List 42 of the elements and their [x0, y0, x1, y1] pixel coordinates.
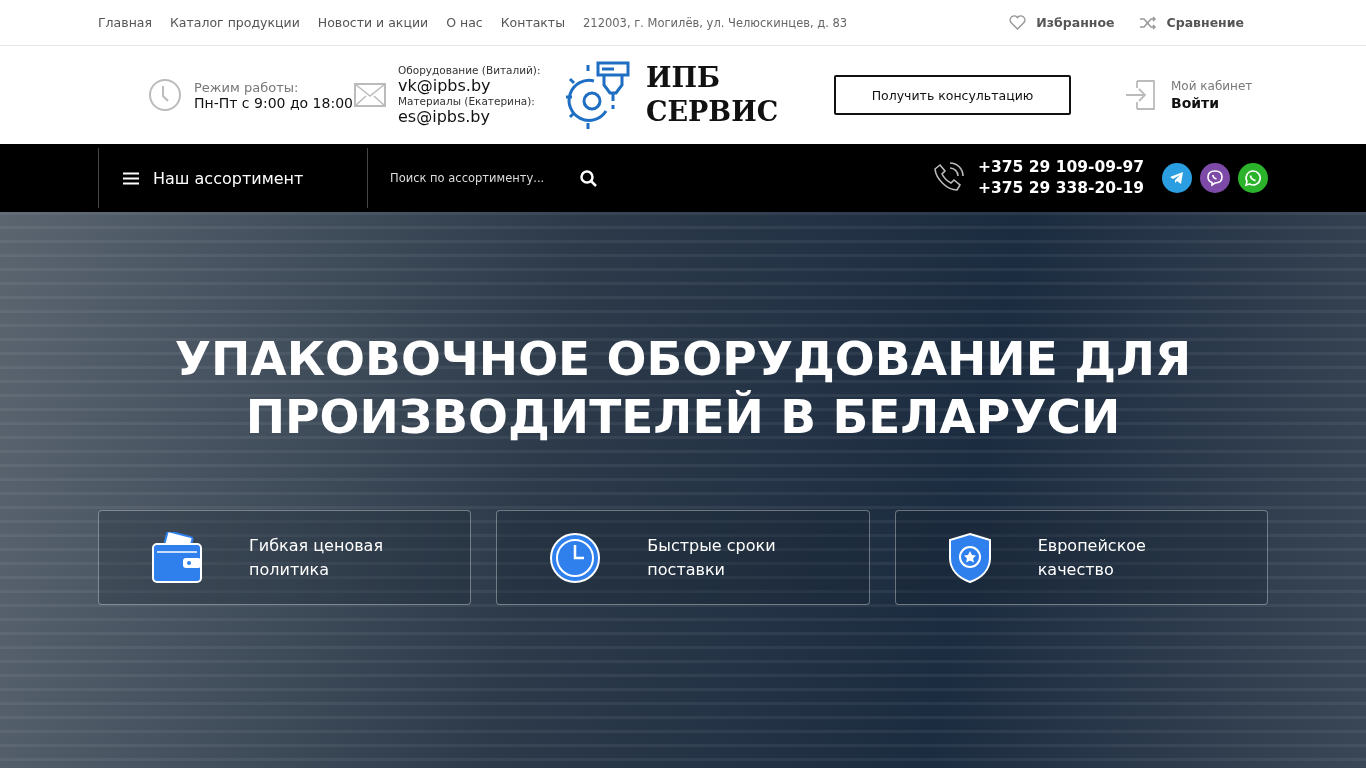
menu-icon [123, 171, 139, 185]
login-icon [1125, 79, 1157, 111]
clock-icon [549, 531, 602, 584]
hours-label: Режим работы: [194, 79, 300, 95]
hero-title: УПАКОВОЧНОЕ ОБОРУДОВАНИЕ ДЛЯ ПРОИЗВОДИТЕЛЕЙ В БЕЛАРУСИ [173, 330, 1193, 446]
envelope-icon [354, 83, 386, 107]
top-nav-link[interactable]: О нас [446, 15, 483, 30]
shuffle-icon [1138, 15, 1157, 30]
top-nav-link[interactable]: Новости и акции [317, 15, 429, 30]
phone-icon [931, 162, 964, 194]
clock-icon [148, 78, 182, 112]
contact-label: Материалы (Екатерина): [398, 95, 536, 107]
login-link[interactable]: Войти [1171, 94, 1220, 111]
favorites-link[interactable]: Избранное [1009, 15, 1115, 30]
phone-link[interactable]: +375 29 109-09-97 [977, 158, 1144, 176]
search-field[interactable]: Поиск по ассортименту... [388, 170, 570, 186]
feature-text: Быстрые сроки поставки [647, 534, 776, 581]
email-link[interactable]: es@ipbs.by [398, 107, 490, 126]
catalog-menu-button[interactable]: Наш ассортимент [98, 148, 368, 208]
contact-label: Оборудование (Виталий): [398, 64, 541, 76]
whatsapp-link[interactable] [1238, 163, 1268, 193]
logo-text: ИПБ СЕРВИС [646, 61, 779, 129]
consultation-button[interactable]: Получить консультацию [834, 75, 1071, 115]
top-nav-link[interactable]: Каталог продукции [170, 15, 300, 30]
whatsapp-icon [1243, 168, 1263, 188]
feature-text: Европейское качество [1037, 534, 1146, 581]
compare-link[interactable]: Сравнение [1138, 15, 1244, 30]
hours-text: Пн-Пт с 9:00 до 18:00 [194, 94, 353, 111]
top-nav-link[interactable]: Главная [98, 15, 152, 30]
feature-text: Гибкая ценовая политика [249, 534, 384, 581]
heart-icon [1009, 15, 1027, 30]
viber-icon [1205, 168, 1225, 188]
email-link[interactable]: vk@ipbs.by [398, 76, 491, 95]
search-icon[interactable] [580, 169, 597, 187]
phone-link[interactable]: +375 29 338-20-19 [977, 179, 1144, 197]
telegram-link[interactable] [1162, 163, 1192, 193]
wallet-icon [151, 531, 203, 584]
account-label: Мой кабинет [1171, 78, 1253, 93]
viber-link[interactable] [1200, 163, 1230, 193]
address-text: 212003, г. Могилёв, ул. Челюскинцев, д. 83 [583, 15, 848, 30]
shield-icon [947, 531, 992, 584]
top-nav-link[interactable]: Контакты [500, 15, 566, 30]
